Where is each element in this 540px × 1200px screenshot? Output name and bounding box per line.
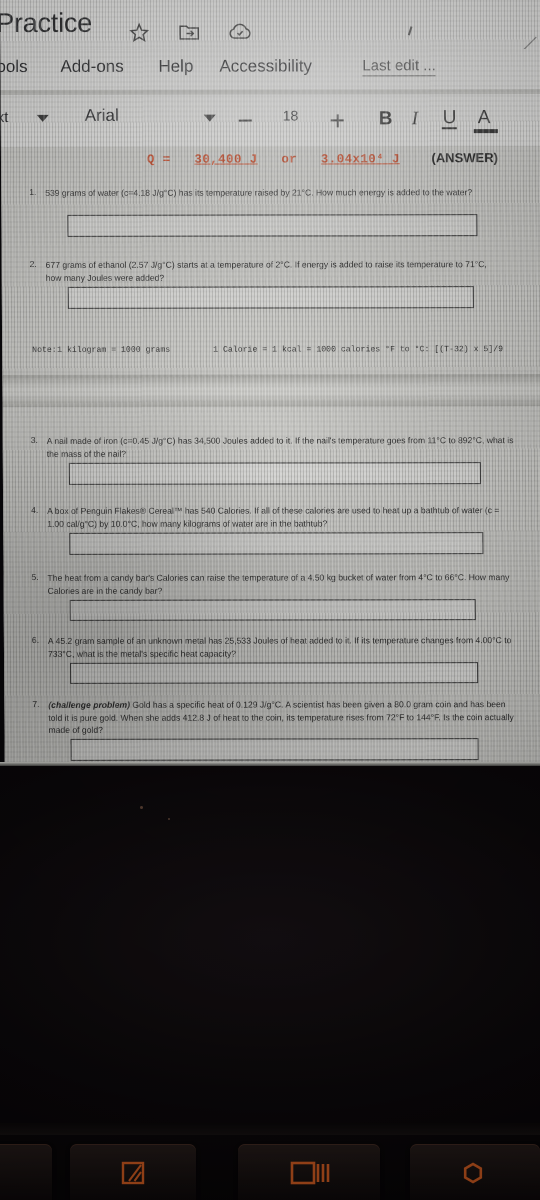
last-edit-label[interactable]: Last edit ... [362,57,436,77]
italic-button[interactable]: I [412,108,418,130]
answer-value-joules: 30,400 J [194,152,258,167]
text-cursor [407,26,413,36]
question-3-answer-box[interactable] [68,462,481,485]
move-to-folder-icon[interactable] [178,22,200,44]
note-conversion-mass: 1 kilogram = 1000 grams [57,345,171,355]
page-break-gap [2,374,540,407]
menu-item-help[interactable]: Help [158,57,193,77]
question-3-text: A nail made of iron (c=0.45 J/g°C) has 3… [46,435,514,459]
brightness-key-icon [121,1161,145,1185]
answer-prefix: Q = [146,152,171,167]
laptop-photo: Practice ools Add-ons Help Accessibility… [0,0,540,1200]
note-conversion-temperature: °F to °C: [(T-32) x 5]/9 [385,345,504,355]
doc-title-bar: Practice [0,0,540,52]
question-4-number: 4. [31,504,39,515]
question-1: 1. 539 grams of water (c=4.18 J/g°C) has… [1,186,540,237]
keyboard-key-power[interactable] [410,1144,540,1200]
menu-item-accessibility[interactable]: Accessibility [219,56,312,76]
chevron-down-icon-font[interactable] [203,114,216,122]
question-4: 4. A box of Penguin Flakes® Cereal™ has … [3,504,540,555]
bold-button[interactable]: B [379,108,393,130]
question-7: 7. (challenge problem) Gold has a specif… [4,698,540,761]
answer-line: Q = 30,400 J or 3.04x10⁴ J (ANSWER) [147,150,498,167]
document-page[interactable]: Q = 30,400 J or 3.04x10⁴ J (ANSWER) 1. 5… [0,146,540,768]
answer-value-scientific: 3.04x10⁴ J [320,152,400,167]
keyboard-key-task-view[interactable] [238,1144,380,1200]
formatting-toolbar: xt Arial 18 B I U A [0,94,540,147]
question-5-text: The heat from a candy bar's Calories can… [47,572,510,596]
question-6-text: A 45.2 gram sample of an unknown metal h… [47,635,512,659]
text-color-button[interactable]: A [478,107,491,129]
menu-item-tools[interactable]: ools [0,57,28,77]
cloud-saved-icon[interactable] [228,22,251,44]
question-7-prefix: (challenge problem) [48,699,130,710]
question-1-text: 539 grams of water (c=4.18 J/g°C) has it… [45,187,473,198]
question-5: 5. The heat from a candy bar's Calories … [3,571,540,621]
menu-item-add-ons[interactable]: Add-ons [60,57,123,77]
power-key-icon [463,1162,483,1184]
answer-conjunction: or [281,152,298,167]
laptop-screen: Practice ools Add-ons Help Accessibility… [0,0,540,768]
underline-button[interactable]: U [443,107,457,129]
font-size-value[interactable]: 18 [283,107,299,123]
question-4-answer-box[interactable] [69,532,484,555]
text-color-swatch[interactable] [473,129,498,134]
question-4-text: A box of Penguin Flakes® Cereal™ has 540… [47,505,500,529]
keyboard-key-brightness[interactable] [70,1144,196,1200]
document-title[interactable]: Practice [0,8,92,39]
note-label: Note: [32,345,57,355]
note-conversion-calorie: 1 Calorie = 1 kcal = 1000 calories [213,345,381,355]
underline-indicator [441,127,457,129]
question-5-answer-box[interactable] [69,599,476,621]
keyboard [0,1133,540,1200]
paragraph-style-label[interactable]: xt [0,109,8,126]
question-2-text: 677 grams of ethanol (2.57 J/g°C) starts… [45,259,487,283]
question-7-number: 7. [32,698,40,709]
increase-font-size-button[interactable] [330,119,344,122]
unit-conversion-note: Note: 1 kilogram = 1000 grams 1 Calorie … [2,345,540,355]
menu-bar: ools Add-ons Help Accessibility Last edi… [0,49,540,90]
question-3-number: 3. [30,434,38,445]
star-icon[interactable] [128,22,150,44]
decrease-font-size-button[interactable] [238,119,252,122]
question-6: 6. A 45.2 gram sample of an unknown meta… [4,634,540,684]
chevron-down-icon-style[interactable] [36,114,49,122]
font-name-label[interactable]: Arial [85,106,119,126]
question-7-text: (challenge problem) Gold has a specific … [48,698,514,737]
answer-tag: (ANSWER) [431,150,499,166]
question-2-answer-box[interactable] [67,286,474,309]
question-1-number: 1. [29,186,37,197]
question-7-answer-box[interactable] [70,738,479,761]
question-5-number: 5. [31,571,39,582]
question-6-number: 6. [31,634,40,645]
keyboard-key-partial-left[interactable] [0,1144,52,1200]
question-2-number: 2. [29,258,37,269]
question-3: 3. A nail made of iron (c=0.45 J/g°C) ha… [3,434,540,485]
question-6-answer-box[interactable] [70,662,479,684]
question-2: 2. 677 grams of ethanol (2.57 J/g°C) sta… [2,258,540,309]
task-view-key-icon [290,1161,330,1185]
question-1-answer-box[interactable] [67,214,478,237]
